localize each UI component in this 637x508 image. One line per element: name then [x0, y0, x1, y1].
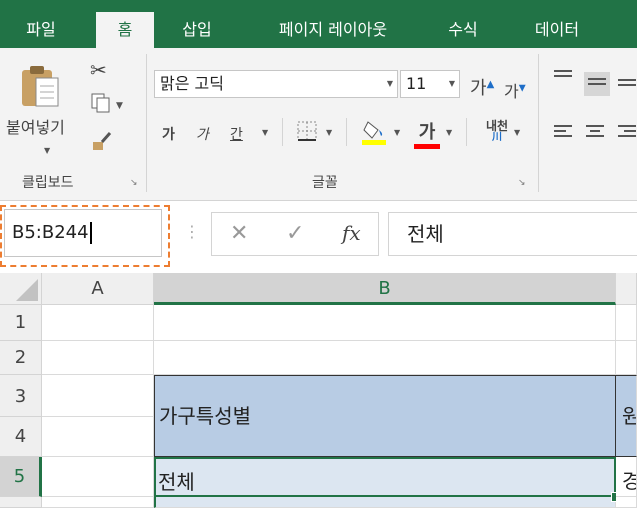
paint-bucket-icon: [362, 121, 386, 145]
cell-a2[interactable]: [42, 341, 154, 375]
font-color-swatch: [414, 144, 440, 149]
underline-dropdown-icon[interactable]: ▼: [262, 128, 268, 137]
cell-b5-active[interactable]: 전체: [154, 457, 616, 497]
cut-icon[interactable]: ✂: [90, 58, 107, 82]
row-header-6[interactable]: [0, 497, 42, 508]
cancel-icon[interactable]: ✕: [230, 221, 248, 246]
insert-function-button[interactable]: fx: [342, 221, 361, 245]
phonetic-guide-button[interactable]: 내천 川: [484, 120, 510, 144]
align-middle-icon[interactable]: [584, 72, 610, 96]
cell-a1[interactable]: [42, 305, 154, 341]
svg-text:▼: ▼: [116, 101, 123, 111]
align-top-icon[interactable]: [552, 68, 574, 88]
cell-a6[interactable]: [42, 497, 154, 508]
enter-check-icon[interactable]: ✓: [286, 221, 304, 246]
cell-c3-merged[interactable]: 원: [616, 375, 637, 457]
cell-c5-text: 경: [622, 465, 636, 494]
cell-b3-merged[interactable]: 가구특성별: [154, 375, 616, 457]
bold-button[interactable]: 가: [162, 124, 175, 144]
row-header-3[interactable]: 3: [0, 375, 42, 417]
grow-font-label: 가: [470, 78, 487, 99]
ribbon-tab-bar: 파일 홈 삽입 페이지 레이아웃 수식 데이터: [0, 0, 637, 48]
align-center-icon[interactable]: [584, 124, 606, 144]
fill-color-button[interactable]: [362, 118, 388, 150]
italic-button[interactable]: 가: [196, 124, 209, 144]
font-color-button[interactable]: 가: [414, 118, 440, 149]
shrink-font-label: 가: [504, 82, 519, 101]
ribbon-separator: [466, 118, 467, 146]
copy-icon: ▼: [91, 93, 123, 113]
row-header-1[interactable]: 1: [0, 305, 42, 341]
copy-button[interactable]: ▼: [90, 92, 126, 118]
format-painter-icon[interactable]: [90, 130, 114, 158]
select-all-corner[interactable]: [0, 273, 42, 305]
borders-dropdown-icon[interactable]: ▼: [326, 128, 332, 137]
row-header-2[interactable]: 2: [0, 341, 42, 375]
cell-c3-text: 원: [622, 400, 636, 429]
cell-c6[interactable]: [616, 497, 637, 508]
font-launcher-icon[interactable]: ↘: [518, 178, 528, 188]
formula-bar-grip-icon[interactable]: ⋮: [184, 222, 200, 241]
row-header-5[interactable]: 5: [0, 457, 42, 497]
tab-formulas[interactable]: 수식: [430, 12, 496, 48]
chevron-down-icon[interactable]: ▼: [449, 71, 455, 97]
font-group-label: 글꼴: [312, 175, 338, 191]
ribbon-separator: [146, 54, 147, 192]
clipboard-group-label: 클립보드: [22, 175, 74, 191]
font-size-combobox[interactable]: 11 ▼: [400, 70, 460, 98]
phonetic-dropdown-icon[interactable]: ▼: [514, 128, 520, 137]
align-left-icon[interactable]: [552, 124, 574, 144]
borders-button[interactable]: [296, 120, 318, 146]
tab-file[interactable]: 파일: [8, 12, 74, 48]
tab-insert[interactable]: 삽입: [168, 12, 226, 48]
underline-button[interactable]: 간: [230, 124, 243, 144]
cell-a3[interactable]: [42, 375, 154, 417]
column-header-a[interactable]: A: [42, 273, 154, 305]
name-box-highlight: [0, 205, 170, 267]
cell-a5[interactable]: [42, 457, 154, 497]
borders-icon: [297, 121, 317, 141]
tab-page-layout[interactable]: 페이지 레이아웃: [248, 12, 418, 48]
font-name-combobox[interactable]: 맑은 고딕 ▼: [154, 70, 398, 98]
chevron-down-icon[interactable]: ▼: [387, 71, 393, 97]
select-all-icon: [16, 279, 38, 301]
tab-data[interactable]: 데이터: [516, 12, 598, 48]
ribbon-separator: [538, 54, 539, 192]
align-right-icon[interactable]: [616, 124, 637, 144]
cell-b3-text: 가구특성별: [159, 404, 251, 428]
align-bottom-icon[interactable]: [616, 72, 637, 92]
font-name-value: 맑은 고딕: [160, 74, 224, 93]
font-color-dropdown-icon[interactable]: ▼: [446, 128, 452, 137]
formula-input[interactable]: 전체: [388, 212, 637, 256]
ribbon-separator: [282, 118, 283, 146]
cell-c1[interactable]: [616, 305, 637, 341]
column-header-b[interactable]: B: [154, 273, 616, 305]
cell-b1[interactable]: [154, 305, 616, 341]
font-color-label: 가: [418, 122, 436, 143]
shrink-font-button[interactable]: 가▼: [504, 78, 526, 102]
ribbon: 붙여넣기 ▼ ✂ ▼ 클립보드 ↘ 맑은 고딕 ▼ 11 ▼ 가▲ 가▼ 가 가…: [0, 48, 637, 201]
phonetic-guide-label: 내천: [485, 119, 509, 133]
cell-a4[interactable]: [42, 417, 154, 457]
grow-font-button[interactable]: 가▲: [470, 74, 494, 100]
tab-home[interactable]: 홈: [96, 12, 154, 48]
cell-c5[interactable]: 경: [616, 457, 637, 497]
clipboard-launcher-icon[interactable]: ↘: [130, 178, 140, 188]
ribbon-separator: [346, 118, 347, 146]
paste-label[interactable]: 붙여넣기: [6, 114, 65, 138]
cell-b5-text: 전체: [158, 470, 195, 494]
cell-c2[interactable]: [616, 341, 637, 375]
cell-b6[interactable]: [154, 497, 616, 508]
paste-dropdown-icon[interactable]: ▼: [44, 146, 50, 155]
phonetic-icon: 川: [492, 132, 502, 143]
column-header-c[interactable]: [616, 273, 637, 305]
fill-color-dropdown-icon[interactable]: ▼: [394, 128, 400, 137]
paste-icon: [22, 66, 59, 107]
row-header-4[interactable]: 4: [0, 417, 42, 457]
formula-buttons: ✕ ✓ fx: [211, 212, 379, 256]
font-size-value: 11: [406, 74, 427, 93]
cell-b2[interactable]: [154, 341, 616, 375]
